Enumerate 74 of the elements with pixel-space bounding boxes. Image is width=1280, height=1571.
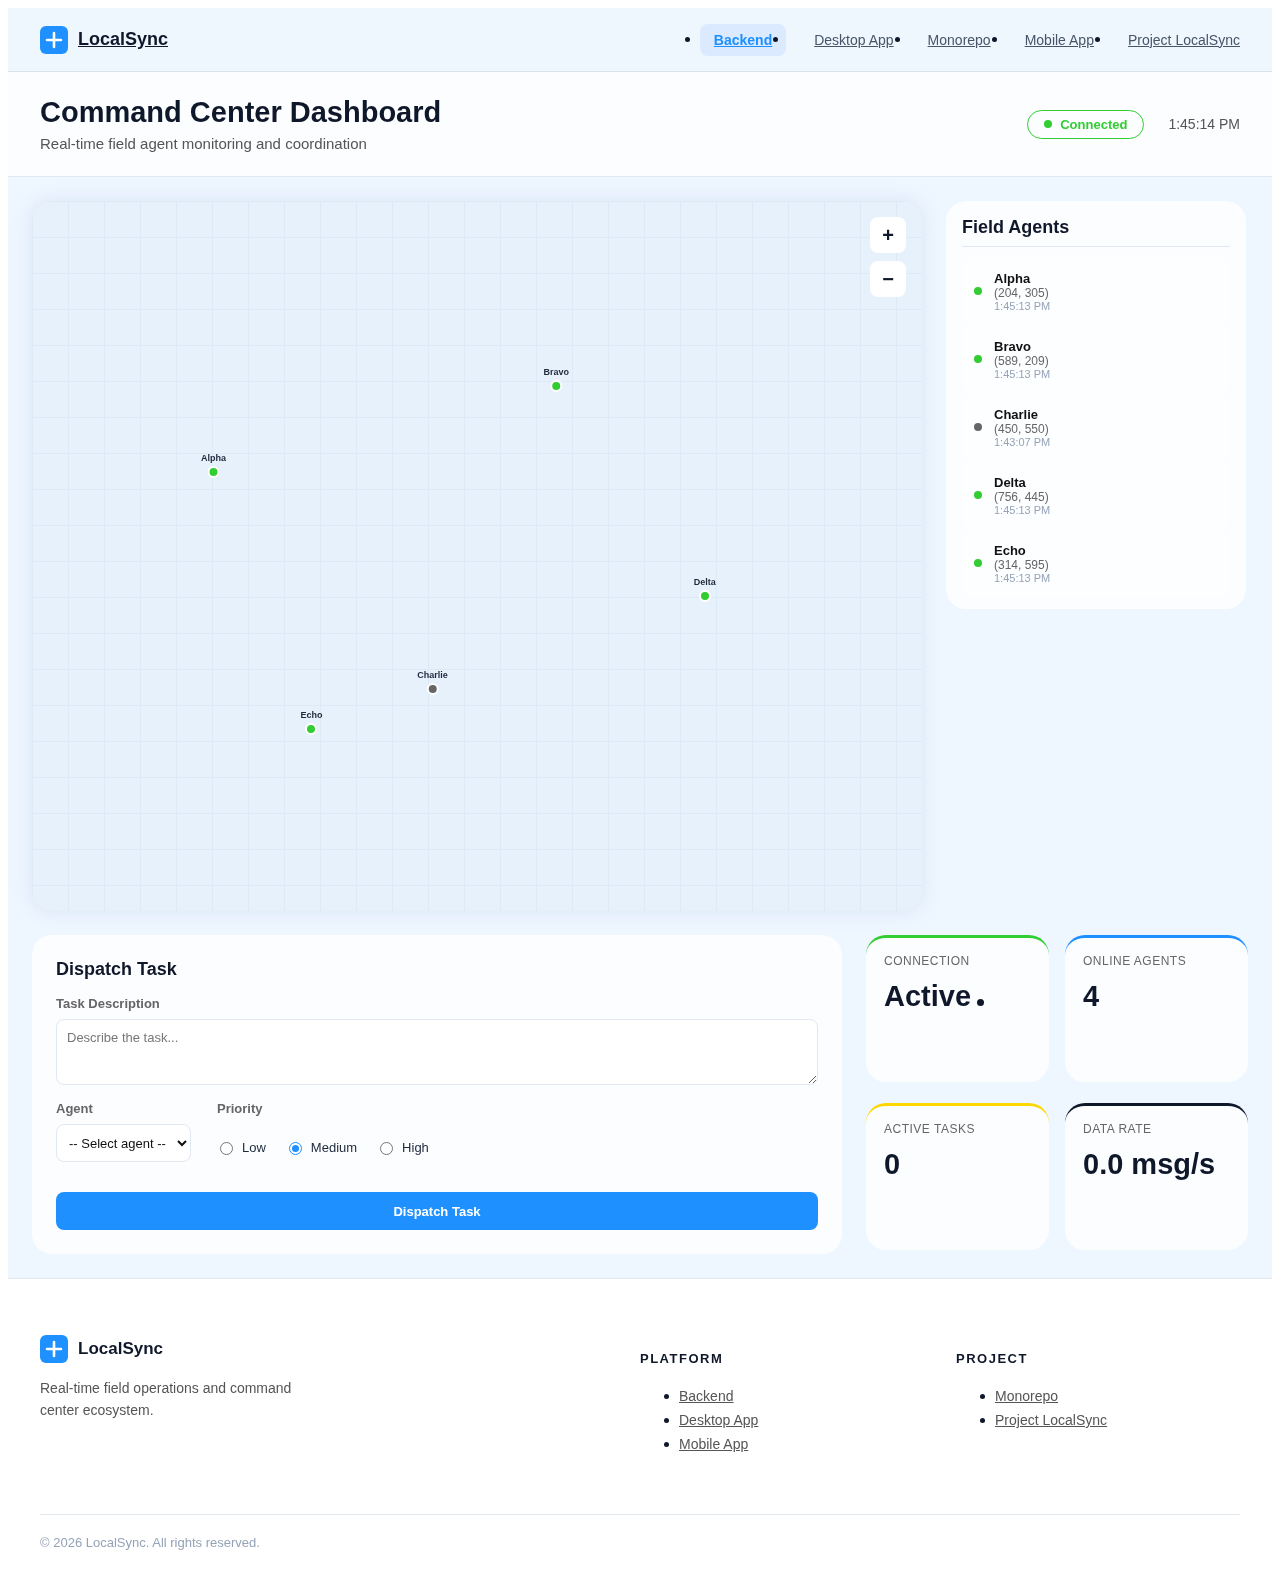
map-pin-label: Charlie [417,670,448,681]
bullet-dot [664,1417,669,1423]
brand-link[interactable]: LocalSync [78,29,169,50]
field-label: Agent [56,1101,94,1116]
copyright-text: © 2026 LocalSync. All rights reserved. [40,1514,1240,1550]
footer-link[interactable]: Mobile App [679,1436,749,1452]
agent-name: Echo [994,542,1027,558]
map-pin-label: Alpha [201,452,227,463]
page-subtitle: Real-time field agent monitoring and coordination [40,135,368,152]
footer-column-title: PLATFORM [640,1351,725,1366]
agent-name: Charlie [994,406,1040,422]
footer-link[interactable]: Backend [679,1388,734,1404]
zoom-out-button[interactable]: − [870,261,906,297]
footer-link[interactable]: Desktop App [679,1412,759,1428]
agent-timestamp: 1:43:07 PM [994,435,1051,448]
bullet-dot [664,1441,669,1447]
map-pin-label: Bravo [543,367,569,378]
stat-label: DATA RATE [1083,1121,1153,1136]
agent-timestamp: 1:45:13 PM [994,367,1051,380]
task-description-field[interactable]: Describe the task... [56,1019,818,1085]
map-pin[interactable] [426,683,439,696]
agent-timestamp: 1:45:13 PM [994,571,1051,584]
agent-coordinates: (589, 209) [994,353,1050,368]
agent-coordinates: (204, 305) [994,285,1050,300]
plus-logo-icon [40,25,68,54]
agent-name: Delta [994,474,1027,490]
card-title: Dispatch Task [56,959,178,980]
bullet-dot [664,1393,669,1399]
stat-value: 0.0 msg/s [1083,1147,1216,1181]
bullet-dot [1094,37,1100,42]
agent-coordinates: (450, 550) [994,421,1050,436]
stat-label: ACTIVE TASKS [884,1121,976,1136]
footer-link[interactable]: Project LocalSync [995,1412,1108,1428]
bullet-dot [991,37,997,42]
field-label: Priority [217,1101,264,1116]
map-pin-label: Echo [300,710,323,721]
clock-time: 1:45:14 PM [1168,116,1240,132]
nav-link[interactable]: Desktop App [800,23,900,56]
bullet-dot [773,37,779,42]
radio-label: High [402,1139,429,1155]
stat-value: 0 [884,1147,901,1181]
agent-coordinates: (756, 445) [994,489,1050,504]
priority-radio[interactable] [380,1142,394,1155]
footer-link[interactable]: Monorepo [995,1388,1059,1404]
radio-label: Medium [310,1139,358,1155]
zoom-in-button[interactable]: + [870,217,906,253]
agent-name: Alpha [994,270,1032,286]
stat-value: Active [884,980,972,1013]
stat-label: ONLINE AGENTS [1083,954,1188,968]
map-pin-label: Delta [693,576,716,587]
nav-link[interactable]: Project LocalSync [1113,23,1240,56]
footer-description: Real-time field operations and command center ecosystem. [40,1379,293,1420]
agent-timestamp: 1:45:13 PM [994,299,1051,312]
nav-link[interactable]: Mobile App [1010,23,1100,56]
agent-name: Bravo [994,338,1032,354]
plus-logo-icon [40,1335,68,1363]
footer-column-title: PROJECT [956,1351,1029,1366]
priority-radio[interactable] [220,1142,233,1155]
bullet-dot [980,1393,985,1399]
bullet-dot [894,37,900,42]
agent-timestamp: 1:45:13 PM [994,503,1051,516]
panel-title: Field Agents [962,217,1230,247]
nav-link[interactable]: Monorepo [913,23,997,56]
radio-label: Low [242,1139,266,1155]
bullet-dot [980,1417,985,1423]
field-label: Task Description [56,996,161,1011]
agent-select[interactable]: -- Select agent -- [56,1124,191,1162]
priority-radio[interactable] [288,1142,302,1155]
stat-label: CONNECTION [884,954,971,968]
page-title: Command Center Dashboard [40,96,442,129]
stat-value: 4 [1083,980,1100,1013]
agent-coordinates: (314, 595) [994,557,1050,572]
footer-brand: LocalSync [78,1339,164,1359]
bullet-dot [684,37,690,42]
